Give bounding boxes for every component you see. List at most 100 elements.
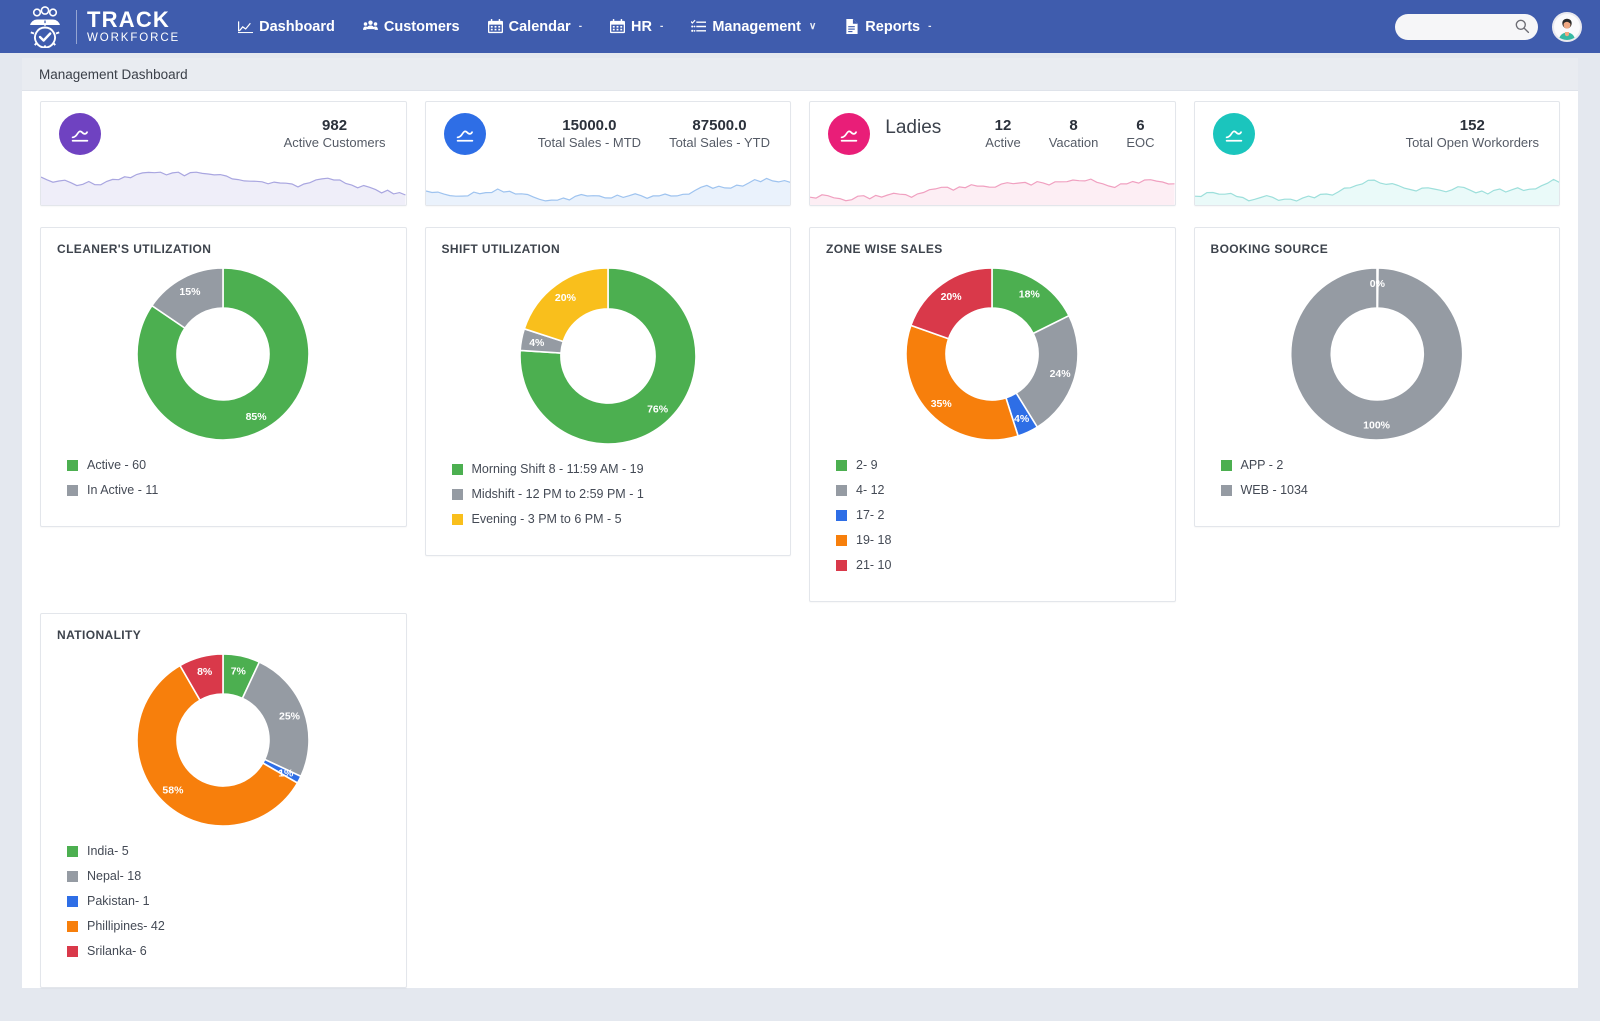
legend-label: WEB - 1034	[1240, 483, 1308, 497]
legend-item[interactable]: Srilanka- 6	[67, 944, 390, 958]
legend-item[interactable]: WEB - 1034	[1220, 483, 1544, 497]
legend-item[interactable]: Phillipines- 42	[67, 919, 390, 933]
page-titlebar: Management Dashboard	[22, 58, 1578, 91]
avatar[interactable]	[1552, 11, 1582, 42]
legend-label: Pakistan- 1	[87, 894, 150, 908]
donut-chart: 0% 100%	[1289, 266, 1465, 442]
svg-text:20%: 20%	[941, 291, 963, 303]
kpi-sparkline	[425, 165, 790, 205]
nav-item-customers[interactable]: Customers	[349, 13, 474, 41]
chart-legend: Active - 60 In Active - 11	[57, 452, 390, 497]
legend-item[interactable]: Midshift - 12 PM to 2:59 PM - 1	[451, 487, 775, 501]
users-icon	[362, 19, 378, 34]
chart-card: BOOKING SOURCE 0% 100% APP - 2 WEB - 1034	[1193, 227, 1560, 527]
svg-text:20%: 20%	[555, 292, 577, 304]
legend-swatch-icon	[836, 459, 847, 471]
workforce-people-gear-logo-icon	[22, 5, 68, 48]
legend-swatch-icon	[67, 920, 78, 932]
chart-title: ZONE WISE SALES	[826, 242, 943, 256]
kpi-label: Total Sales - YTD	[669, 135, 770, 151]
legend-label: 17- 2	[856, 508, 885, 522]
kpi-label: Active Customers	[283, 135, 386, 151]
chart-legend: 2- 9 4- 12 17- 2 19- 18 21- 10	[826, 452, 1159, 572]
brand-logo[interactable]: TRACK WORKFORCE	[22, 5, 180, 49]
chart-legend: India- 5 Nepal- 18 Pakistan- 1 Phillipines-…	[57, 838, 390, 958]
kpi-value: 8	[1069, 116, 1078, 134]
brand-divider	[76, 9, 77, 44]
nav-item-label: Dashboard	[259, 18, 335, 35]
kpi-stat: 152 Total Open Workorders	[1378, 117, 1539, 152]
svg-text:24%: 24%	[1050, 368, 1072, 380]
legend-item[interactable]: Morning Shift 8 - 11:59 AM - 19	[451, 462, 775, 476]
kpi-label: Vacation	[1048, 135, 1099, 151]
nav-item-reports[interactable]: Reports -	[830, 13, 945, 41]
legend-item[interactable]: Active - 60	[67, 458, 390, 472]
legend-item[interactable]: 19- 18	[836, 533, 1159, 547]
kpi-group-name: Ladies	[885, 116, 942, 138]
chart-card: CLEANER'S UTILIZATION 85% 15% Active - 60 In…	[40, 227, 407, 527]
list-check-icon	[691, 19, 707, 34]
legend-item[interactable]: 21- 10	[836, 558, 1159, 572]
legend-label: Evening - 3 PM to 6 PM - 5	[471, 512, 622, 526]
legend-swatch-icon	[67, 870, 78, 882]
legend-label: 4- 12	[856, 483, 885, 497]
legend-swatch-icon	[1220, 484, 1232, 496]
legend-item[interactable]: Pakistan- 1	[67, 894, 390, 908]
charts-grid: CLEANER'S UTILIZATION 85% 15% Active - 60 In…	[22, 206, 1578, 988]
nav-item-calendar[interactable]: Calendar -	[474, 13, 596, 41]
search-box[interactable]	[1395, 13, 1538, 40]
svg-text:1%: 1%	[278, 767, 294, 779]
svg-text:4%: 4%	[529, 337, 545, 349]
chart-card: ZONE WISE SALES 18% 24% 4% 35% 20% 2- 9 4- 12 17…	[809, 227, 1176, 602]
legend-item[interactable]: 17- 2	[836, 508, 1159, 522]
legend-item[interactable]: 4- 12	[836, 483, 1159, 497]
kpi-stat: 6 EOC	[1098, 117, 1154, 152]
svg-text:15%: 15%	[180, 286, 202, 298]
nav-item-dashboard[interactable]: Dashboard	[224, 13, 349, 41]
chevron-down-icon: -	[659, 21, 664, 32]
kpi-label: Active	[985, 135, 1021, 151]
chevron-down-icon: -	[578, 21, 583, 32]
nav-item-hr[interactable]: HR -	[596, 13, 677, 41]
kpi-card: 15000.0 Total Sales - MTD 87500.0 Total Sal…	[424, 101, 791, 206]
search-icon[interactable]	[1513, 18, 1531, 36]
nav-item-label: Customers	[383, 18, 460, 35]
legend-swatch-icon	[836, 509, 847, 521]
svg-text:76%: 76%	[647, 403, 669, 415]
chart-title: BOOKING SOURCE	[1210, 242, 1329, 256]
svg-text:0%: 0%	[1370, 278, 1386, 290]
svg-text:7%: 7%	[231, 666, 247, 678]
nav-item-label: Calendar	[508, 18, 571, 35]
legend-swatch-icon	[1220, 459, 1232, 471]
kpi-stat: 8 Vacation	[1021, 117, 1099, 152]
legend-label: 19- 18	[856, 533, 892, 547]
nav-item-management[interactable]: Management ∨	[677, 13, 830, 41]
chevron-down-icon: -	[928, 21, 932, 32]
legend-label: Srilanka- 6	[87, 944, 147, 958]
legend-item[interactable]: India- 5	[67, 844, 390, 858]
legend-item[interactable]: Nepal- 18	[67, 869, 390, 883]
legend-item[interactable]: Evening - 3 PM to 6 PM - 5	[451, 512, 775, 526]
kpi-sparkline	[1194, 165, 1559, 205]
legend-item[interactable]: APP - 2	[1220, 458, 1544, 472]
legend-swatch-icon	[836, 534, 847, 546]
main-nav: Dashboard Customers Calendar - HR - Management…	[224, 13, 945, 41]
kpi-card: 982 Active Customers	[40, 101, 407, 206]
chart-title: CLEANER'S UTILIZATION	[57, 242, 212, 256]
legend-label: 2- 9	[856, 458, 878, 472]
legend-item[interactable]: In Active - 11	[67, 483, 390, 497]
kpi-sparkline	[41, 165, 406, 205]
kpi-value: 152	[1459, 116, 1485, 134]
legend-swatch-icon	[67, 459, 78, 471]
legend-item[interactable]: 2- 9	[836, 458, 1159, 472]
kpi-sparkline	[810, 165, 1175, 205]
svg-text:85%: 85%	[246, 411, 268, 423]
brand-name: TRACK	[87, 6, 170, 32]
donut-chart: 76% 4% 20%	[518, 266, 698, 446]
kpi-card: Ladies 12 Active 8 Vacation 6 EOC	[809, 101, 1176, 206]
nav-item-label: Management	[712, 18, 801, 35]
legend-swatch-icon	[67, 895, 78, 907]
legend-swatch-icon	[451, 488, 463, 500]
kpi-value: 87500.0	[692, 116, 747, 134]
legend-label: Morning Shift 8 - 11:59 AM - 19	[471, 462, 644, 476]
